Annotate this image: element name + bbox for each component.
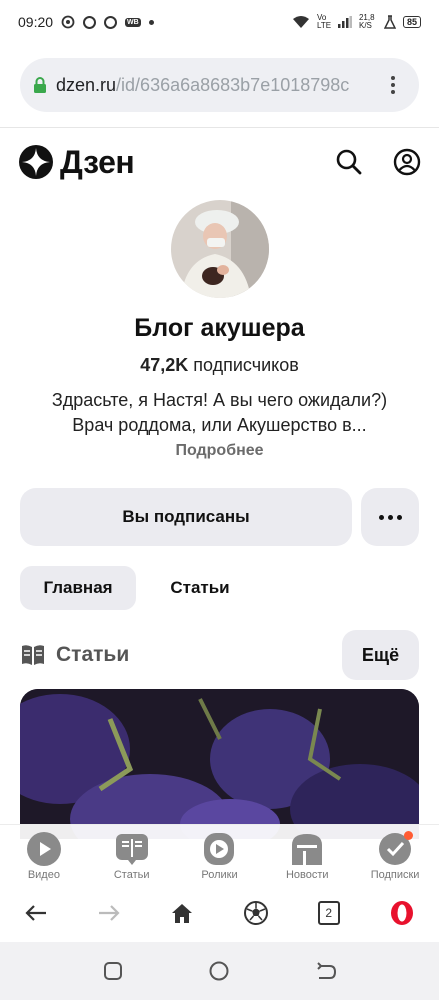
shorts-icon (204, 833, 235, 865)
url-path: /id/636a6a8683b7e1018798c (116, 74, 350, 95)
nav-label: Подписки (370, 869, 420, 881)
divider (0, 127, 439, 128)
wb-app-icon: WB (125, 17, 141, 27)
play-icon (26, 832, 61, 866)
address-bar[interactable]: dzen.ru/id/636a6a8683b7e1018798c (20, 58, 419, 112)
nav-label: Новости (285, 869, 329, 881)
wifi-icon (292, 16, 309, 28)
more-dots-icon (378, 514, 384, 520)
zen-star-icon (19, 145, 53, 179)
book-icon (22, 645, 44, 665)
article-cover-image (20, 689, 419, 839)
nav-video[interactable]: Видео (4, 831, 84, 881)
channel-name: Блог акушера (134, 314, 305, 342)
whatsapp-icon (61, 15, 75, 29)
home-button-icon[interactable] (208, 960, 230, 982)
opera-icon (83, 15, 97, 29)
browser-toolbar: 2 (0, 884, 439, 942)
avatar-image (171, 200, 269, 298)
tab-counter[interactable]: 2 (317, 901, 340, 925)
subscribers-count: 47,2K подписчиков (0, 355, 439, 376)
signal-icon (337, 16, 352, 28)
home-icon[interactable] (170, 902, 194, 924)
status-bar: 09:20 WB Vo LTE 21,8 K/S 85 (0, 0, 439, 44)
more-notifications-icon (148, 19, 154, 25)
back-button-icon[interactable] (315, 961, 337, 981)
search-icon[interactable] (335, 148, 363, 176)
football-icon[interactable] (243, 900, 269, 926)
tab-articles[interactable]: Статьи (136, 566, 264, 610)
nav-subscriptions[interactable]: Подписки (355, 831, 435, 881)
network-type: Vo LTE (316, 13, 332, 30)
more-options-button[interactable] (361, 488, 419, 546)
forward-arrow-icon[interactable] (97, 903, 121, 923)
subscribers-label: подписчиков (188, 355, 299, 375)
recent-apps-icon[interactable] (103, 961, 123, 981)
nav-articles[interactable]: Статьи (92, 831, 172, 881)
subscriptions-icon (377, 831, 414, 867)
zen-logo-text: Дзен (60, 143, 135, 180)
browser-menu-icon[interactable] (383, 76, 403, 94)
clock: 09:20 (18, 14, 54, 30)
opera-icon (104, 15, 118, 29)
flask-icon (383, 15, 396, 29)
profile-icon[interactable] (393, 148, 421, 176)
subscribers-number: 47,2K (140, 355, 189, 375)
description-line: Врач роддома, или Акушерство в... (72, 415, 367, 435)
opera-logo-icon[interactable] (389, 900, 415, 926)
tab-main[interactable]: Главная (20, 566, 136, 610)
book-icon (115, 834, 148, 865)
nav-label: Видео (27, 869, 60, 881)
channel-description: Здрасьте, я Настя! А вы чего ожидали?) В… (20, 388, 419, 438)
section-title: Статьи (56, 643, 130, 666)
android-nav-bar (0, 942, 439, 1000)
nav-label: Статьи (113, 869, 150, 881)
more-info-link[interactable]: Подробнее (0, 442, 439, 460)
news-icon (292, 834, 323, 865)
url-text[interactable]: dzen.ru/id/636a6a8683b7e1018798c (56, 75, 383, 96)
article-card[interactable] (20, 689, 419, 839)
back-arrow-icon[interactable] (24, 903, 48, 923)
description-line: Здрасьте, я Настя! А вы чего ожидали?) (51, 390, 388, 410)
nav-shorts[interactable]: Ролики (179, 831, 259, 881)
lock-icon (34, 77, 46, 93)
nav-news[interactable]: Новости (267, 831, 347, 881)
network-speed: 21,8 K/S (358, 13, 375, 30)
url-domain: dzen.ru (56, 74, 117, 95)
nav-label: Ролики (201, 869, 238, 881)
more-articles-button[interactable]: Ещё (342, 630, 419, 680)
notification-dot (404, 831, 414, 840)
zen-header: Дзен (0, 136, 439, 188)
zen-bottom-nav: Видео Статьи Ролики Новости Подписки (0, 824, 439, 884)
subscribed-button[interactable]: Вы подписаны (20, 488, 352, 546)
channel-avatar[interactable] (171, 200, 269, 298)
articles-section-header: Статьи Ещё (20, 630, 419, 680)
battery-indicator: 85 (402, 16, 421, 28)
zen-logo[interactable]: Дзен (18, 143, 135, 181)
channel-tabs: Главная Статьи (20, 566, 264, 610)
